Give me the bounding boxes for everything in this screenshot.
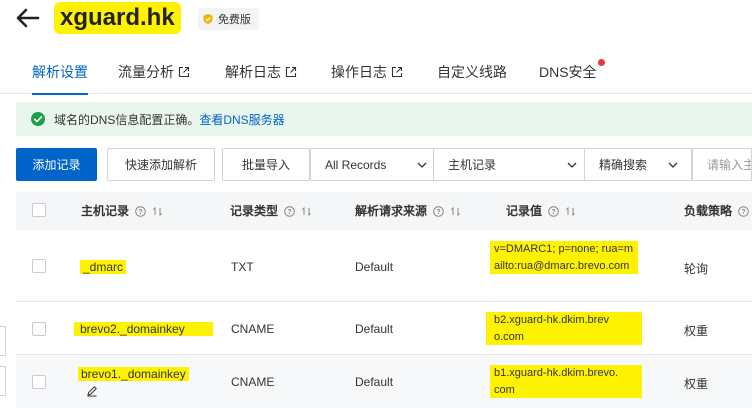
svg-text:?: ?: [287, 209, 291, 216]
tab-custom-lines[interactable]: 自定义线路: [437, 50, 507, 94]
row-checkbox[interactable]: [32, 322, 46, 336]
sort-icon[interactable]: [565, 206, 576, 217]
tab-label: 解析日志: [225, 64, 281, 80]
record-filter-value: All Records: [325, 157, 387, 172]
match-mode-select[interactable]: 精确搜索: [584, 148, 692, 181]
tab-label: DNS安全: [539, 64, 597, 80]
table-row[interactable]: _dmarc TXT Default v=DMARC1; p=none; rua…: [16, 230, 752, 302]
external-link-icon: [178, 66, 190, 78]
record-value: v=DMARC1; p=none; rua=mailto:rua@dmarc.b…: [490, 241, 638, 274]
record-toolbar: 添加记录 快速添加解析 批量导入 All Records 主机记录 精确搜索 请…: [16, 148, 752, 182]
chevron-down-icon: [417, 162, 427, 168]
table-header: 主机记录 ? 记录类型 ? 解析请求来源 ? 记录值 ? 负载策略 ?: [16, 192, 752, 230]
row-checkbox[interactable]: [32, 259, 46, 273]
search-placeholder: 请输入主机记录: [707, 158, 751, 172]
view-dns-servers-link[interactable]: 查看DNS服务器: [199, 113, 284, 127]
sort-icon[interactable]: [301, 206, 312, 217]
request-source: Default: [355, 322, 394, 336]
notice-text: 域名的DNS信息配置正确。: [54, 112, 200, 127]
check-circle-icon: [31, 112, 45, 126]
column-header-strategy[interactable]: 负载策略 ?: [684, 192, 749, 230]
host-record: _dmarc: [80, 260, 127, 274]
svg-text:?: ?: [741, 209, 745, 216]
record-filter-select[interactable]: All Records: [310, 148, 441, 181]
tab-label: 操作日志: [331, 64, 387, 80]
sort-icon[interactable]: [450, 206, 461, 217]
tab-operation-logs[interactable]: 操作日志: [331, 50, 403, 94]
host-record: brevo2._domainkey: [74, 322, 213, 336]
external-link-icon: [391, 66, 403, 78]
plan-badge-label: 免费版: [218, 14, 251, 26]
load-strategy: 权重: [684, 377, 709, 391]
edit-pencil-icon[interactable]: [86, 385, 98, 397]
request-source: Default: [355, 260, 394, 274]
host-record: brevo1._domainkey: [78, 367, 189, 381]
tab-resolution-logs[interactable]: 解析日志: [225, 50, 297, 94]
page-header: xguard.hk 免费版: [0, 0, 752, 40]
record-type: TXT: [231, 260, 254, 274]
record-type: CNAME: [231, 375, 275, 389]
tab-label: 流量分析: [118, 64, 174, 80]
help-icon: ?: [738, 205, 749, 217]
side-panel-handle[interactable]: [0, 326, 6, 356]
quick-add-button[interactable]: 快速添加解析: [107, 148, 215, 181]
shield-badge-icon: [203, 14, 213, 24]
svg-text:?: ?: [551, 209, 555, 216]
search-field-value: 主机记录: [448, 158, 497, 172]
column-header-host[interactable]: 主机记录 ?: [81, 192, 163, 230]
domain-title: xguard.hk: [54, 2, 181, 34]
record-type: CNAME: [231, 322, 275, 336]
help-icon: ?: [135, 205, 146, 217]
add-record-button[interactable]: 添加记录: [16, 148, 97, 181]
load-strategy: 权重: [684, 324, 709, 338]
select-all-checkbox[interactable]: [32, 203, 46, 217]
search-field-select[interactable]: 主机记录: [433, 148, 591, 181]
svg-text:?: ?: [138, 209, 142, 216]
match-mode-value: 精确搜索: [599, 158, 648, 172]
tab-traffic-analysis[interactable]: 流量分析: [118, 50, 190, 94]
column-header-type[interactable]: 记录类型 ?: [230, 192, 312, 230]
tab-resolution-settings[interactable]: 解析设置: [32, 50, 88, 95]
dns-status-notice: 域名的DNS信息配置正确。查看DNS服务器: [16, 102, 752, 136]
help-icon: ?: [284, 205, 295, 217]
record-value: b2.xguard-hk.dkim.brevo.com: [486, 312, 642, 345]
request-source: Default: [355, 375, 394, 389]
column-header-source[interactable]: 解析请求来源 ?: [355, 192, 461, 230]
row-checkbox[interactable]: [32, 375, 46, 389]
notification-dot: [597, 59, 605, 66]
tab-bar: 解析设置 流量分析 解析日志 操作日志 自定义线路 DNS安全: [0, 50, 752, 95]
chevron-down-icon: [668, 162, 678, 168]
chevron-down-icon: [567, 162, 577, 168]
table-row[interactable]: brevo1._domainkey CNAME Default b1.xguar…: [16, 355, 752, 408]
batch-import-button[interactable]: 批量导入: [222, 148, 310, 181]
tab-label: 自定义线路: [437, 64, 507, 80]
table-row[interactable]: brevo2._domainkey CNAME Default b2.xguar…: [16, 302, 752, 355]
help-icon: ?: [548, 205, 559, 217]
tab-label: 解析设置: [32, 64, 88, 80]
help-icon: ?: [433, 205, 444, 217]
tab-dns-security[interactable]: DNS安全: [539, 50, 605, 94]
column-header-value[interactable]: 记录值 ?: [506, 192, 576, 230]
side-panel-handle[interactable]: [0, 366, 6, 396]
svg-text:?: ?: [436, 209, 440, 216]
sort-icon[interactable]: [152, 206, 163, 217]
plan-badge: 免费版: [198, 8, 259, 30]
load-strategy: 轮询: [684, 262, 709, 276]
search-input[interactable]: 请输入主机记录: [692, 148, 752, 181]
external-link-icon: [285, 66, 297, 78]
record-value: b1.xguard-hk.dkim.brevo.com: [490, 365, 642, 398]
back-arrow-icon[interactable]: [14, 6, 42, 30]
